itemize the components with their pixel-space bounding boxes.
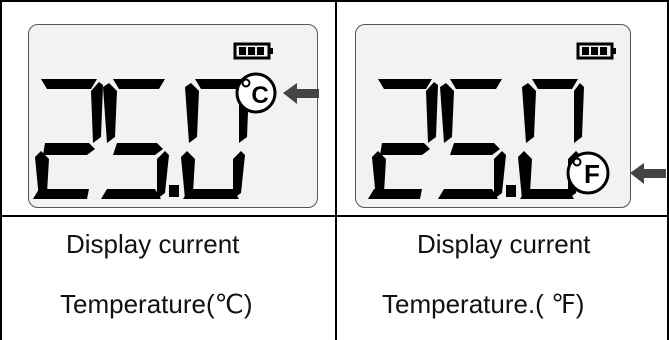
digit-5 bbox=[101, 79, 169, 199]
comparison-table: C F Display current Temperature(℃) Displ… bbox=[0, 0, 669, 340]
arrow-left-icon bbox=[283, 83, 319, 104]
battery-icon bbox=[576, 42, 616, 60]
table-row-divider bbox=[0, 215, 669, 217]
arrow-left-icon bbox=[630, 163, 666, 184]
decimal-point bbox=[169, 185, 179, 197]
table-column-divider bbox=[335, 0, 337, 340]
unit-letter: C bbox=[251, 82, 268, 109]
degree-unit-icon: F bbox=[566, 151, 610, 195]
lcd-celsius-graphic: C bbox=[33, 42, 319, 199]
digit-2 bbox=[368, 79, 438, 199]
caption-left-line1: Display current bbox=[66, 229, 240, 259]
caption-left-line2: Temperature(℃) bbox=[60, 289, 253, 319]
lcd-display-celsius: C bbox=[28, 24, 319, 208]
digit-5 bbox=[438, 79, 506, 199]
caption-right-line2: Temperature.( ℉) bbox=[382, 289, 585, 319]
lcd-display-fahrenheit: F bbox=[355, 24, 631, 208]
lcd-fahrenheit-graphic: F bbox=[368, 42, 616, 199]
battery-icon bbox=[233, 42, 273, 60]
unit-letter: F bbox=[584, 159, 600, 189]
degree-unit-icon: C bbox=[235, 72, 277, 114]
table-border-left bbox=[0, 0, 2, 340]
digit-2 bbox=[33, 79, 103, 199]
caption-right-line1: Display current bbox=[417, 229, 591, 259]
decimal-point bbox=[506, 185, 516, 197]
